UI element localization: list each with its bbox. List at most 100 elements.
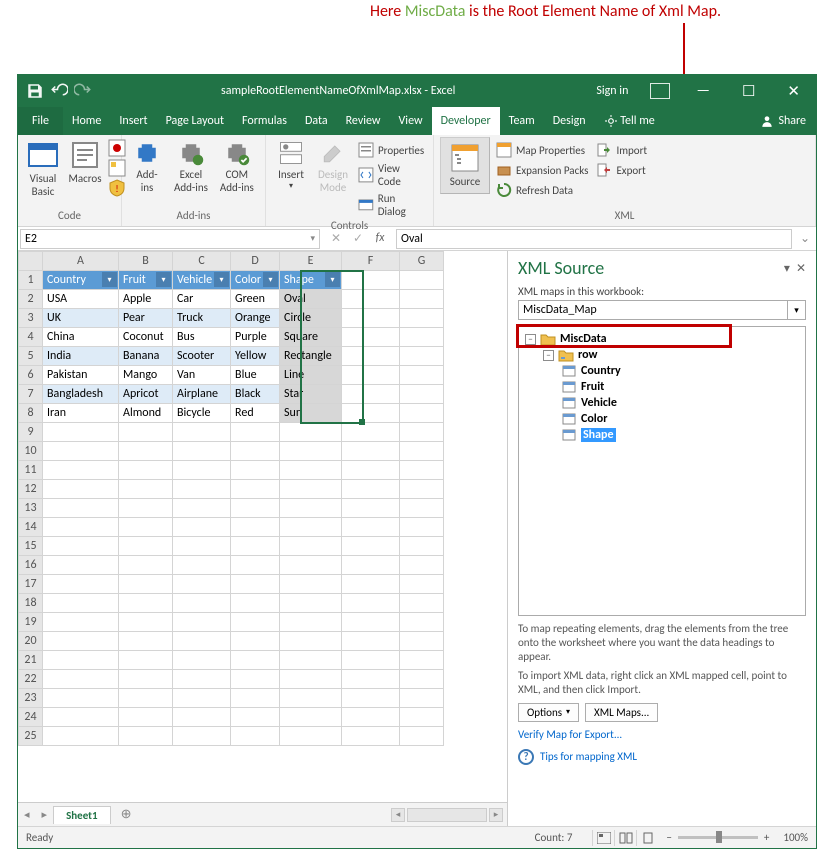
empty-cell[interactable] — [43, 518, 119, 537]
empty-cell[interactable] — [231, 461, 280, 480]
maximize-button[interactable]: ☐ — [726, 75, 771, 107]
empty-cell[interactable] — [173, 518, 231, 537]
empty-cell[interactable] — [342, 461, 400, 480]
empty-cell[interactable] — [342, 727, 400, 746]
row-header[interactable]: 10 — [19, 442, 43, 461]
empty-cell[interactable] — [400, 347, 444, 366]
chevron-down-icon[interactable]: ▾ — [310, 233, 315, 244]
row-header[interactable]: 2 — [19, 290, 43, 309]
row-header[interactable]: 1 — [19, 271, 43, 290]
empty-cell[interactable] — [43, 499, 119, 518]
data-cell[interactable]: Circle — [280, 309, 342, 328]
empty-cell[interactable] — [231, 423, 280, 442]
filter-icon[interactable]: ▾ — [156, 272, 171, 287]
empty-cell[interactable] — [342, 613, 400, 632]
row-header[interactable]: 23 — [19, 689, 43, 708]
empty-cell[interactable] — [400, 290, 444, 309]
com-addins-button[interactable]: COM Add-ins — [216, 137, 258, 196]
menu-team[interactable]: Team — [500, 107, 544, 135]
empty-cell[interactable] — [43, 442, 119, 461]
data-cell[interactable]: Apricot — [119, 385, 173, 404]
menu-file[interactable]: File — [18, 107, 63, 135]
empty-cell[interactable] — [280, 632, 342, 651]
empty-cell[interactable] — [400, 442, 444, 461]
data-cell[interactable]: Oval — [280, 290, 342, 309]
data-cell[interactable]: Scooter — [173, 347, 231, 366]
empty-cell[interactable] — [342, 594, 400, 613]
empty-cell[interactable] — [43, 556, 119, 575]
col-header[interactable]: G — [400, 252, 444, 271]
empty-cell[interactable] — [400, 613, 444, 632]
data-cell[interactable]: Car — [173, 290, 231, 309]
empty-cell[interactable] — [342, 423, 400, 442]
empty-cell[interactable] — [119, 594, 173, 613]
menu-data[interactable]: Data — [296, 107, 337, 135]
row-header[interactable]: 12 — [19, 480, 43, 499]
data-cell[interactable]: Star — [280, 385, 342, 404]
properties-button[interactable]: Properties — [356, 141, 427, 159]
refresh-data-button[interactable]: Refresh Data — [494, 181, 590, 199]
empty-cell[interactable] — [173, 670, 231, 689]
empty-cell[interactable] — [400, 309, 444, 328]
empty-cell[interactable] — [280, 613, 342, 632]
empty-cell[interactable] — [119, 575, 173, 594]
zoom-level[interactable]: 100% — [783, 831, 808, 844]
empty-cell[interactable] — [342, 537, 400, 556]
row-header[interactable]: 6 — [19, 366, 43, 385]
tree-field-node[interactable]: Fruit — [561, 379, 801, 395]
empty-cell[interactable] — [280, 518, 342, 537]
sheet-tab-1[interactable]: Sheet1 — [53, 806, 111, 824]
empty-cell[interactable] — [173, 499, 231, 518]
undo-icon[interactable] — [50, 82, 68, 100]
data-cell[interactable]: Yellow — [231, 347, 280, 366]
empty-cell[interactable] — [342, 366, 400, 385]
empty-cell[interactable] — [280, 689, 342, 708]
tab-nav-prev[interactable]: ◂ — [18, 808, 36, 821]
data-cell[interactable]: Square — [280, 328, 342, 347]
empty-cell[interactable] — [119, 461, 173, 480]
table-header-cell[interactable]: Country▾ — [43, 271, 119, 290]
empty-cell[interactable] — [43, 575, 119, 594]
tree-field-node[interactable]: Vehicle — [561, 395, 801, 411]
close-button[interactable]: ✕ — [771, 75, 816, 107]
empty-cell[interactable] — [43, 480, 119, 499]
menu-share[interactable]: Share — [750, 107, 816, 135]
row-header[interactable]: 16 — [19, 556, 43, 575]
data-cell[interactable]: Black — [231, 385, 280, 404]
xml-maps-button[interactable]: XML Maps... — [585, 703, 658, 722]
empty-cell[interactable] — [400, 480, 444, 499]
menu-formulas[interactable]: Formulas — [233, 107, 296, 135]
empty-cell[interactable] — [173, 480, 231, 499]
expand-formula-bar-icon[interactable]: ⌄ — [794, 231, 816, 246]
empty-cell[interactable] — [43, 689, 119, 708]
row-header[interactable]: 4 — [19, 328, 43, 347]
empty-cell[interactable] — [342, 290, 400, 309]
menu-review[interactable]: Review — [337, 107, 390, 135]
macros-button[interactable]: Macros — [66, 137, 104, 188]
empty-cell[interactable] — [342, 708, 400, 727]
empty-cell[interactable] — [173, 575, 231, 594]
empty-cell[interactable] — [173, 689, 231, 708]
filter-icon[interactable]: ▾ — [325, 272, 340, 287]
zoom-in-button[interactable]: + — [764, 831, 769, 844]
minimize-button[interactable]: — — [680, 75, 726, 107]
empty-cell[interactable] — [173, 594, 231, 613]
addins-button[interactable]: Add- ins — [128, 137, 166, 196]
empty-cell[interactable] — [231, 727, 280, 746]
spreadsheet-grid[interactable]: ABCDEFG1Country▾Fruit▾Vehicle▾Color▾Shap… — [18, 251, 507, 802]
row-header[interactable]: 21 — [19, 651, 43, 670]
row-header[interactable]: 17 — [19, 575, 43, 594]
empty-cell[interactable] — [173, 613, 231, 632]
empty-cell[interactable] — [173, 442, 231, 461]
menu-view[interactable]: View — [390, 107, 432, 135]
empty-cell[interactable] — [280, 442, 342, 461]
empty-cell[interactable] — [342, 347, 400, 366]
col-header[interactable]: D — [231, 252, 280, 271]
empty-cell[interactable] — [400, 708, 444, 727]
empty-cell[interactable] — [173, 708, 231, 727]
data-cell[interactable]: Red — [231, 404, 280, 423]
empty-cell[interactable] — [231, 499, 280, 518]
empty-cell[interactable] — [231, 480, 280, 499]
row-header[interactable]: 9 — [19, 423, 43, 442]
row-header[interactable]: 20 — [19, 632, 43, 651]
